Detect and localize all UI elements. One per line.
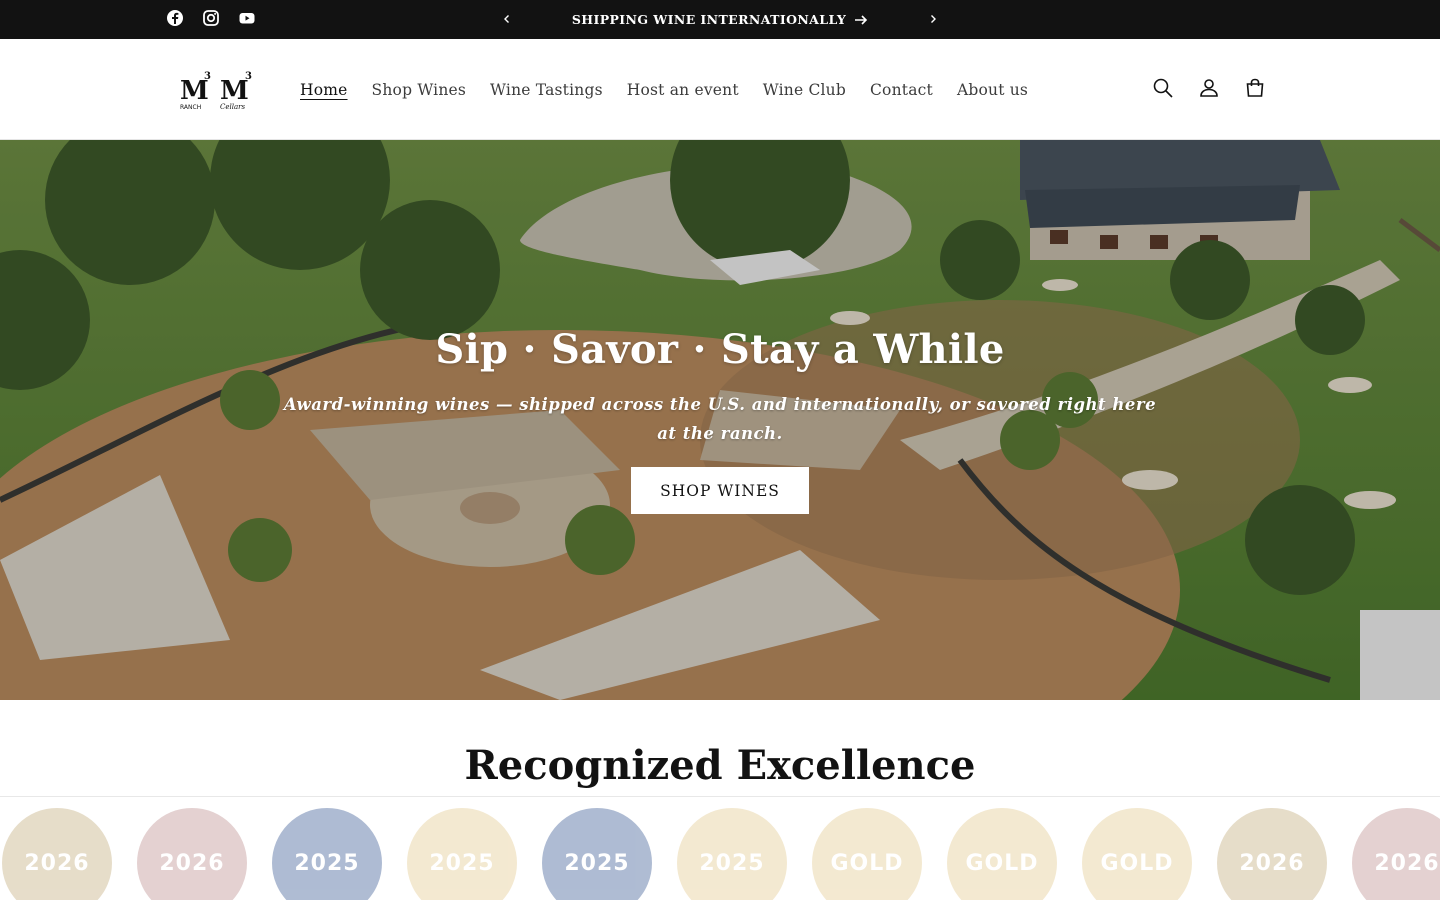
instagram-icon[interactable] — [202, 9, 220, 27]
recognition-title: Recognized Excellence — [464, 742, 976, 789]
award-medal-label: 2025 — [564, 850, 630, 876]
shop-wines-button[interactable]: SHOP WINES — [631, 467, 809, 514]
announcement-bar: SHIPPING WINE INTERNATIONALLY — [0, 0, 1440, 39]
announcement-next-button[interactable] — [923, 9, 943, 29]
facebook-icon[interactable] — [166, 9, 184, 27]
award-medal: 2026 — [1217, 808, 1327, 900]
main-nav: Home Shop Wines Wine Tastings Host an ev… — [288, 77, 1040, 103]
award-medal: 2026 — [2, 808, 112, 900]
nav-shop-wines[interactable]: Shop Wines — [360, 77, 479, 103]
chevron-right-icon — [931, 15, 936, 23]
announcement-message: SHIPPING WINE INTERNATIONALLY — [571, 12, 847, 27]
header-actions — [1150, 75, 1268, 101]
award-medal-label: GOLD — [830, 850, 904, 876]
nav-about-us[interactable]: About us — [945, 77, 1040, 103]
hero-title: Sip · Savor · Stay a While — [435, 326, 1005, 373]
medals-carousel: 2026 2026 2025 2025 2025 2025 GOLD GOLD GOLD 2026… — [0, 808, 1440, 900]
award-medal-label: 2025 — [429, 850, 495, 876]
award-medal-label: 2026 — [159, 850, 225, 876]
site-header: M 3 RANCH M 3 Cellars Home Shop Wines Wi… — [0, 39, 1440, 140]
arrow-right-icon — [855, 14, 868, 25]
award-medal: GOLD — [1082, 808, 1192, 900]
site-logo[interactable]: M 3 RANCH M 3 Cellars — [178, 67, 258, 113]
nav-host-an-event[interactable]: Host an event — [615, 77, 751, 103]
award-medal-label: 2026 — [24, 850, 90, 876]
announcement-prev-button[interactable] — [497, 9, 517, 29]
logo-left-sub: RANCH — [180, 104, 201, 111]
section-divider — [0, 796, 1440, 797]
social-links — [166, 9, 256, 27]
hero-subtitle: Award-winning wines — shipped across the… — [283, 395, 1157, 443]
award-medal: GOLD — [947, 808, 1057, 900]
award-medal: 2025 — [407, 808, 517, 900]
recognition-section: Recognized Excellence 2026 2026 2025 2025 20… — [0, 700, 1440, 900]
award-medal-label: 2025 — [699, 850, 765, 876]
logo-left-sup: 3 — [204, 71, 211, 82]
award-medal: 2026 — [137, 808, 247, 900]
hero-banner: Sip · Savor · Stay a While Award-winning… — [0, 140, 1440, 700]
award-medal-label: 2025 — [294, 850, 360, 876]
award-medal: 2025 — [677, 808, 787, 900]
award-medal-label: 2026 — [1239, 850, 1305, 876]
chevron-left-icon — [504, 15, 509, 23]
award-medal-label: 2026 — [1374, 850, 1440, 876]
logo-right-sup: 3 — [245, 71, 252, 82]
nav-home[interactable]: Home — [288, 77, 360, 103]
award-medal-label: GOLD — [1100, 850, 1174, 876]
nav-contact[interactable]: Contact — [858, 77, 945, 103]
award-medal: 2026 — [1352, 808, 1440, 900]
award-medal: GOLD — [812, 808, 922, 900]
cart-icon[interactable] — [1242, 75, 1268, 101]
award-medal-label: GOLD — [965, 850, 1039, 876]
award-medal: 2025 — [542, 808, 652, 900]
announcement-link[interactable]: SHIPPING WINE INTERNATIONALLY — [540, 0, 900, 39]
nav-wine-tastings[interactable]: Wine Tastings — [478, 77, 615, 103]
logo-right-sub: Cellars — [220, 103, 245, 111]
youtube-icon[interactable] — [238, 9, 256, 27]
nav-wine-club[interactable]: Wine Club — [751, 77, 858, 103]
search-icon[interactable] — [1150, 75, 1176, 101]
award-medal: 2025 — [272, 808, 382, 900]
account-icon[interactable] — [1196, 75, 1222, 101]
